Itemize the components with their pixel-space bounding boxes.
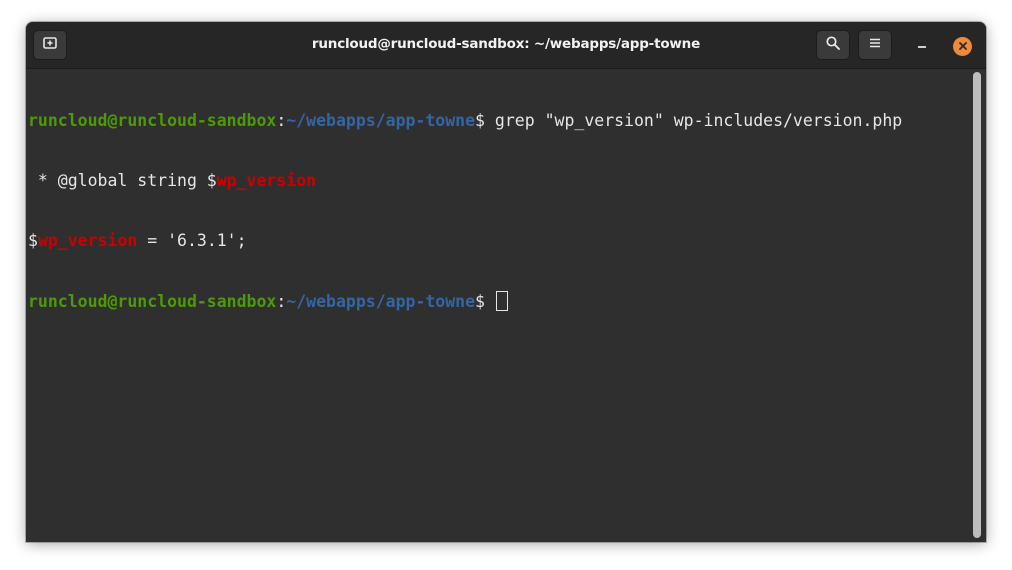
terminal-line-output-1: * @global string $wp_version <box>28 171 968 191</box>
prompt-path: ~/webapps/app-towne <box>286 111 476 130</box>
prompt-user-host: runcloud@runcloud-sandbox <box>28 111 277 130</box>
terminal-line-prompt: runcloud@runcloud-sandbox:~/webapps/app-… <box>28 291 968 311</box>
output-text: $ <box>28 231 38 250</box>
header-bar: runcloud@runcloud-sandbox: ~/webapps/app… <box>26 22 986 69</box>
grep-match: wp_version <box>37 231 138 250</box>
text-cursor <box>495 291 508 311</box>
terminal-window: runcloud@runcloud-sandbox: ~/webapps/app… <box>26 22 986 542</box>
prompt-user-host: runcloud@runcloud-sandbox <box>28 292 277 311</box>
terminal-line-command: runcloud@runcloud-sandbox:~/webapps/app-… <box>28 111 968 131</box>
menu-button[interactable] <box>858 30 892 60</box>
output-text: = '6.3.1'; <box>137 231 247 250</box>
prompt-separator: : <box>276 111 287 130</box>
close-icon <box>958 38 968 56</box>
hamburger-menu-icon <box>868 36 882 55</box>
search-button[interactable] <box>816 30 850 60</box>
prompt-symbol: $ <box>475 292 485 311</box>
prompt-symbol: $ <box>475 111 485 130</box>
command-text: grep "wp_version" wp-includes/version.ph… <box>484 111 903 130</box>
minimize-icon <box>916 37 928 55</box>
output-text: * @global string $ <box>28 171 217 190</box>
terminal-line-output-2: $wp_version = '6.3.1'; <box>28 231 968 251</box>
minimize-button[interactable] <box>908 34 936 58</box>
close-button[interactable] <box>953 37 972 56</box>
prompt-path: ~/webapps/app-towne <box>286 292 476 311</box>
prompt-separator: : <box>276 292 287 311</box>
search-icon <box>825 35 841 56</box>
scrollbar[interactable] <box>973 72 981 538</box>
grep-match: wp_version <box>216 171 317 190</box>
terminal-output[interactable]: runcloud@runcloud-sandbox:~/webapps/app-… <box>28 71 968 541</box>
